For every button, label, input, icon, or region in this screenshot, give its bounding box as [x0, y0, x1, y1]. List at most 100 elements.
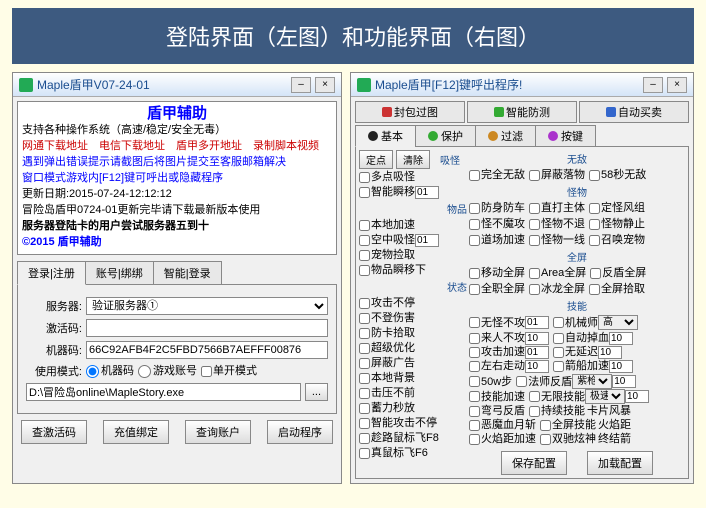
chk-skill-2b[interactable]: 箭船加速 [553, 359, 609, 373]
minimize-button[interactable]: – [643, 77, 663, 93]
chk-spec-4a[interactable]: 火焰距加速 [469, 432, 536, 446]
browse-button[interactable]: ... [305, 383, 328, 401]
chk-air-absorb[interactable]: 空中吸怪 [359, 233, 467, 247]
tab-login[interactable]: 登录|注册 [17, 261, 86, 285]
chk-skill-nomonster[interactable]: 无怪不攻 [469, 316, 525, 330]
chk-spec-1b[interactable]: 无限技能 [529, 390, 585, 404]
chk-skill-0a[interactable]: 来人不攻 [469, 331, 525, 345]
recharge-button[interactable]: 充值绑定 [103, 420, 169, 444]
load-config-button[interactable]: 加载配置 [587, 451, 653, 475]
chk-mon-1[interactable]: 直打主体 [529, 201, 585, 215]
launch-button[interactable]: 启动程序 [267, 420, 333, 444]
chk-spec-1a[interactable]: 技能加速 [469, 390, 525, 404]
chk-fs-3[interactable]: 全职全屏 [469, 282, 525, 296]
top-tab-packet[interactable]: 封包过图 [355, 101, 465, 123]
mode-radio-machine[interactable]: 机器码 [86, 364, 134, 378]
skill-val[interactable] [525, 332, 549, 345]
chk-block-drop[interactable]: 屏蔽落物 [529, 168, 585, 182]
chk-hit-noforward[interactable]: 击压不前 [359, 386, 467, 400]
chk-smart-teleport[interactable]: 智能瞬移 [359, 185, 467, 199]
mode-radio-single[interactable]: 单开模式 [201, 364, 257, 378]
skill-val[interactable] [525, 346, 549, 359]
save-config-button[interactable]: 保存配置 [501, 451, 567, 475]
tab-account[interactable]: 账号|绑绑 [85, 261, 154, 285]
tab-smart-login[interactable]: 智能|登录 [153, 261, 222, 285]
minimize-button[interactable]: – [291, 77, 311, 93]
chk-pet-pickup[interactable]: 宠物捡取 [359, 248, 467, 262]
machine-input[interactable] [86, 341, 328, 359]
chk-skill-1a[interactable]: 攻击加速 [469, 345, 525, 359]
sub-tab-protect[interactable]: 保护 [415, 125, 476, 147]
chk-local-bg[interactable]: 本地背景 [359, 371, 467, 385]
chk-mon-5[interactable]: 怪物静止 [589, 217, 645, 231]
chk-item-teleport[interactable]: 物品瞬移下 [359, 263, 467, 277]
chk-mon-6[interactable]: 道场加速 [469, 233, 525, 247]
chk-no-damage[interactable]: 不登伤害 [359, 311, 467, 325]
chk-spec-3b[interactable]: 全屏技能 [540, 418, 596, 432]
chk-block-ads[interactable]: 屏蔽广告 [359, 356, 467, 370]
spec-val[interactable] [612, 375, 636, 388]
info-download-links[interactable]: 网通下载地址 电信下载地址 盾甲多开地址 录制脚本视频 [22, 138, 332, 154]
mode-radio-account[interactable]: 游戏账号 [138, 364, 197, 378]
chk-mon-3[interactable]: 怪不魔攻 [469, 217, 525, 231]
teleport-value[interactable] [415, 186, 439, 199]
skill-value[interactable] [525, 316, 549, 329]
chk-mon-8[interactable]: 召唤宠物 [589, 233, 645, 247]
clear-button[interactable]: 清除 [396, 150, 430, 169]
chk-spec-4b[interactable]: 双驰炫神 [540, 432, 596, 446]
chk-local-speed[interactable]: 本地加速 [359, 218, 467, 232]
chk-mon-4[interactable]: 怪物不退 [529, 217, 585, 231]
chk-full-invul[interactable]: 完全无敌 [469, 168, 525, 182]
top-tab-detect[interactable]: 智能防测 [467, 101, 577, 123]
chk-spec-2b[interactable]: 持续技能 [529, 404, 585, 418]
chk-spec-0b[interactable]: 法师反盾 [516, 375, 572, 389]
chk-charge-instant[interactable]: 蓄力秒放 [359, 401, 467, 415]
chk-mechanic[interactable]: 机械师 [553, 316, 598, 330]
close-button[interactable]: × [667, 77, 687, 93]
query-account-button[interactable]: 查询账户 [185, 420, 251, 444]
chk-super-opt[interactable]: 超级优化 [359, 341, 467, 355]
mechanic-select[interactable]: 高 [598, 315, 638, 330]
chk-pickup-lag[interactable]: 防卡拾取 [359, 326, 467, 340]
path-input[interactable] [26, 383, 301, 401]
chk-fs-1[interactable]: Area全屏 [529, 266, 586, 280]
chk-multi-absorb[interactable]: 多点吸怪 [359, 170, 467, 184]
skill-val[interactable] [609, 360, 633, 373]
sub-tab-keys[interactable]: 按键 [535, 125, 596, 147]
chk-spec-0a[interactable]: 50w步 [469, 375, 512, 389]
skill-val[interactable] [525, 360, 549, 373]
chk-skill-2a[interactable]: 左右走动 [469, 359, 525, 373]
top-tab-trade[interactable]: 自动买卖 [579, 101, 689, 123]
spec-select[interactable]: 极速 [585, 389, 625, 404]
check-code-button[interactable]: 查激活码 [21, 420, 87, 444]
close-button[interactable]: × [315, 77, 335, 93]
chk-fs-0[interactable]: 移动全屏 [469, 266, 525, 280]
machine-label: 机器码: [26, 342, 82, 358]
chk-mon-7[interactable]: 怪物一线 [529, 233, 585, 247]
chk-58s-invul[interactable]: 58秒无敌 [589, 168, 646, 182]
skill-val[interactable] [609, 332, 633, 345]
server-select[interactable]: 验证服务器① [86, 297, 328, 315]
chk-smart-attack[interactable]: 智能攻击不停 [359, 416, 467, 430]
sub-tab-basic[interactable]: 基本 [355, 125, 416, 147]
skill-val[interactable] [598, 346, 622, 359]
chk-spec-2a[interactable]: 弯弓反盾 [469, 404, 525, 418]
chk-spec-3a[interactable]: 恶魔血月斩 [469, 418, 536, 432]
chk-mon-0[interactable]: 防身防车 [469, 201, 525, 215]
chk-mon-2[interactable]: 定怪风组 [589, 201, 645, 215]
chk-attack-nonstop[interactable]: 攻击不停 [359, 296, 467, 310]
chk-skill-1b[interactable]: 无延迟 [553, 345, 598, 359]
spec-val[interactable] [625, 390, 649, 403]
sub-tab-filter[interactable]: 过滤 [475, 125, 536, 147]
right-window: Maple盾甲[F12]键呼出程序! – × 封包过图 智能防测 自动买卖 基本… [350, 72, 694, 484]
chk-fs-5[interactable]: 全屏拾取 [589, 282, 645, 296]
chk-skill-0b[interactable]: 自动掉血 [553, 331, 609, 345]
chk-mouse-f6[interactable]: 真鼠标飞F6 [359, 446, 467, 460]
chk-fs-4[interactable]: 冰龙全屏 [529, 282, 585, 296]
spec-select[interactable]: 紫枪 [572, 374, 612, 389]
fix-point-button[interactable]: 定点 [359, 150, 393, 169]
chk-fs-2[interactable]: 反盾全屏 [590, 266, 646, 280]
chk-mouse-f8[interactable]: 趁路鼠标飞F8 [359, 431, 467, 445]
air-value[interactable] [415, 234, 439, 247]
activation-input[interactable] [86, 319, 328, 337]
